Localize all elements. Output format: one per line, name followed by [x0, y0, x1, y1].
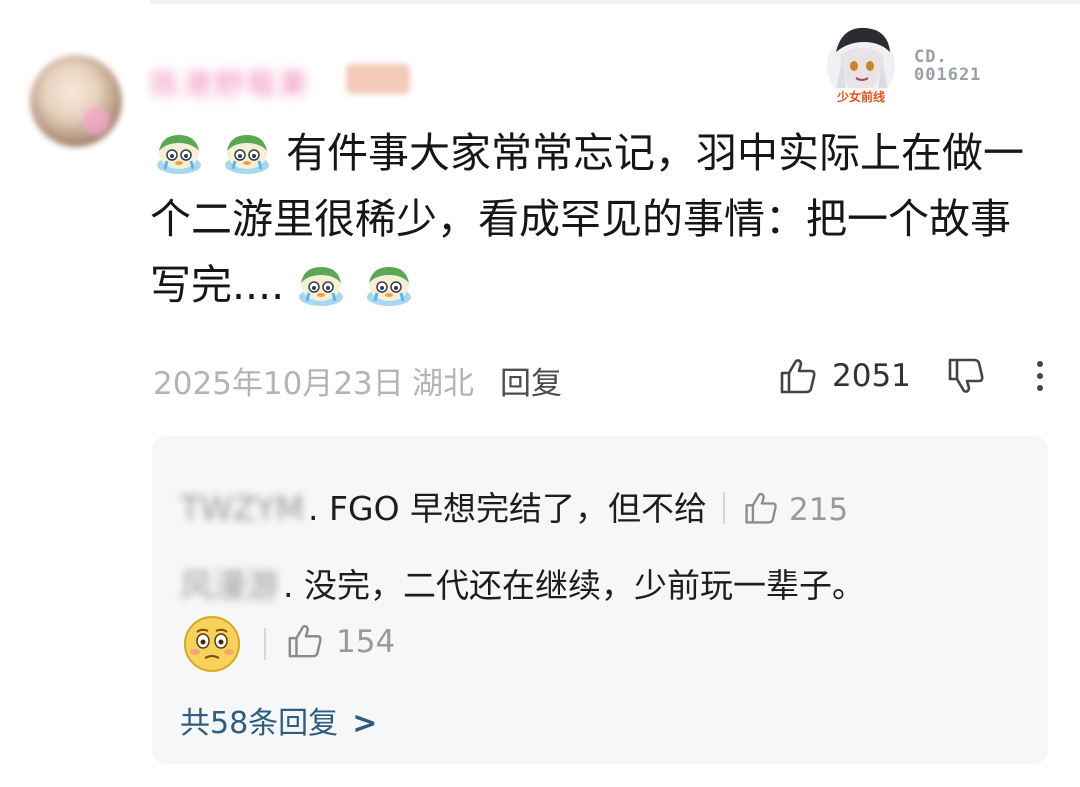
replies-panel: TWZYM. FGO 早想完结了，但不给 215 风漫游. 没完，二代还在继续，… [152, 436, 1048, 764]
comment-text-block: 有件事大家常常忘记，羽中实际上在做一个二游里很稀少，看成罕见的事情：把一个故事写… [150, 120, 1050, 318]
badge-code-line2: 001621 [914, 65, 982, 85]
thumbs-up-icon[interactable] [778, 356, 818, 396]
reply-item[interactable]: TWZYM. FGO 早想完结了，但不给 215 [180, 482, 848, 530]
reply-text: . 没完，二代还在继续，少前玩一辈子。 [283, 566, 865, 605]
reply-like-count: 154 [336, 624, 396, 660]
thumbs-up-icon[interactable] [286, 622, 324, 660]
reply-like-count: 215 [789, 492, 849, 528]
divider [723, 492, 726, 524]
divider [264, 628, 266, 660]
badge-caption: 少女前线 [836, 89, 885, 104]
crying-duck-emoji [218, 128, 276, 174]
reply-author[interactable]: 风漫游 [180, 559, 279, 607]
comment-location: 湖北 [412, 366, 474, 402]
fan-badge-icon[interactable]: 少女前线 [822, 22, 900, 106]
thumbs-down-icon[interactable] [946, 356, 986, 396]
top-divider [150, 0, 1080, 4]
username[interactable]: 陈港野莓果 [150, 60, 310, 104]
comment-text: 有件事大家常常忘记，羽中实际上在做一个二游里很稀少，看成罕见的事情：把一个故事写… [150, 129, 1024, 309]
badge-code-line1: CD. [914, 47, 948, 67]
more-replies-label: 共58条回复 [180, 706, 339, 741]
crying-duck-emoji [360, 260, 418, 306]
badge-code: CD. 001621 [914, 48, 981, 84]
more-options-icon[interactable] [1030, 356, 1050, 396]
user-badge [346, 64, 410, 94]
reply-author[interactable]: TWZYM [180, 489, 304, 528]
comment-meta-row: 2025年10月23日 湖北 回复 2051 [150, 356, 1060, 402]
chevron-right-icon: > [352, 706, 378, 741]
reply-button[interactable]: 回复 [500, 358, 562, 403]
crying-duck-emoji [150, 128, 208, 174]
reply-text: . FGO 早想完结了，但不给 [308, 489, 708, 528]
view-more-replies-link[interactable]: 共58条回复 > [180, 698, 377, 742]
thumbs-up-icon[interactable] [743, 490, 779, 526]
comment-date: 2025年10月23日 [153, 366, 404, 402]
avatar[interactable] [30, 55, 122, 147]
reply-item[interactable]: 风漫游. 没完，二代还在继续，少前玩一辈子。 [180, 559, 865, 607]
blushing-face-emoji [184, 616, 240, 672]
like-count: 2051 [832, 358, 911, 394]
crying-duck-emoji [292, 260, 350, 306]
